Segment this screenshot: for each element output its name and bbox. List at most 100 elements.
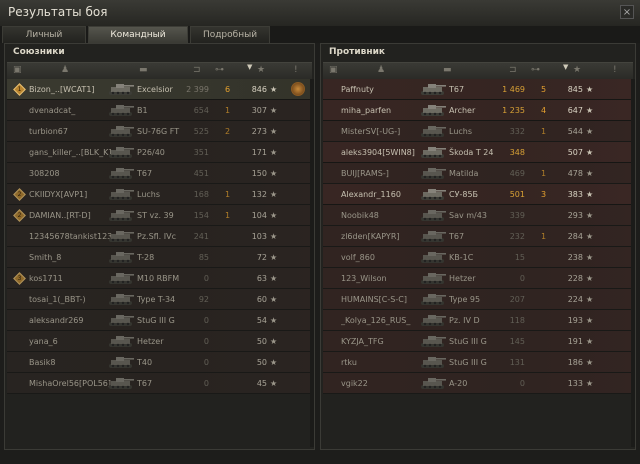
xp-value: 846 <box>251 85 267 94</box>
player-row[interactable]: BUIJ[RAMS-] Matilda 469 1 478 ★ <box>323 163 633 184</box>
player-row[interactable]: turbion67 SU-76G FT 525 2 273 ★ <box>7 121 312 142</box>
damage-icon[interactable]: ⊐ <box>193 65 201 76</box>
platoon-number: 2 <box>17 212 22 219</box>
xp-value: 507 <box>567 148 583 157</box>
tab-team-result[interactable]: Командный результат <box>88 26 188 57</box>
tank-name: A-20 <box>449 379 468 388</box>
player-row[interactable]: tosai_1(_BBT-) Type T-34 92 60 ★ <box>7 289 312 310</box>
damage-value: 207 <box>509 295 525 304</box>
platoon-icon: 1 <box>13 83 26 96</box>
close-button[interactable]: × <box>620 5 634 19</box>
window-titlebar: Результаты боя × <box>0 0 640 27</box>
xp-star-icon: ★ <box>270 379 278 388</box>
player-row[interactable]: miha_parfen Archer 1 235 4 647 ★ <box>323 100 633 121</box>
player-row[interactable]: MishaOrel56[POL56] T67 0 45 ★ <box>7 373 312 394</box>
xp-star-icon: ★ <box>586 190 594 199</box>
player-row[interactable]: volf_860 KB-1C 15 238 ★ <box>323 247 633 268</box>
player-row[interactable]: rtku StuG III G 131 186 ★ <box>323 352 633 373</box>
player-row[interactable]: 2 CKIIDYX[AVP1] Luchs 168 1 132 ★ <box>7 184 312 205</box>
tank-icon <box>107 166 135 181</box>
xp-value: 104 <box>251 211 267 220</box>
player-row[interactable]: Alexandr_1160 СУ-85Б 501 3 383 ★ <box>323 184 633 205</box>
player-row[interactable]: 3 kos1711 M10 RBFM 0 63 ★ <box>7 268 312 289</box>
xp-star-icon[interactable]: ★ <box>573 65 581 76</box>
player-row[interactable]: dvenadcat_ B1 654 1 307 ★ <box>7 100 312 121</box>
tank-name: KB-1C <box>449 253 474 262</box>
player-row[interactable]: zl6den[KAPYR] T67 232 1 284 ★ <box>323 226 633 247</box>
damage-value: 131 <box>509 358 525 367</box>
player-name: BUIJ[RAMS-] <box>341 169 389 178</box>
xp-star-icon: ★ <box>270 148 278 157</box>
player-row[interactable]: 2 DAMIAN..[RT-D] ST vz. 39 154 1 104 ★ <box>7 205 312 226</box>
xp-value: 228 <box>567 274 583 283</box>
tank-name: Archer <box>449 106 476 115</box>
player-row[interactable]: _Kolya_126_RUS_ Pz. IV D 118 193 ★ <box>323 310 633 331</box>
damage-value: 85 <box>198 253 209 262</box>
platoon-number: 1 <box>17 86 22 93</box>
sort-arrow-icon[interactable]: ▼ <box>563 62 568 73</box>
kills-value: 1 <box>541 127 547 136</box>
kills-icon[interactable]: ⊶ <box>215 65 224 76</box>
kills-value: 6 <box>225 85 231 94</box>
tank-icon <box>419 124 447 139</box>
tank-name: СУ-85Б <box>449 190 479 199</box>
player-name: MisterSV[-UG-] <box>341 127 401 136</box>
player-row[interactable]: KYZJA_TFG StuG III G 145 191 ★ <box>323 331 633 352</box>
xp-value: 284 <box>567 232 583 241</box>
player-row[interactable]: 12345678tankist123... Pz.Sfl. IVc 241 103 ★ <box>7 226 312 247</box>
player-row[interactable]: Noobik48 Sav m/43 339 293 ★ <box>323 205 633 226</box>
medal-icon[interactable]: ! <box>613 65 617 76</box>
tab-personal-result[interactable]: Личный результат <box>2 26 86 57</box>
player-row[interactable]: gans_killer_..[BLK_K] P26/40 351 171 ★ <box>7 142 312 163</box>
platoon-icon[interactable]: ▣ <box>329 65 338 76</box>
xp-star-icon: ★ <box>586 379 594 388</box>
allies-scrollbar[interactable] <box>310 79 314 447</box>
tank-icon <box>107 334 135 349</box>
xp-value: 224 <box>567 295 583 304</box>
sort-arrow-icon[interactable]: ▼ <box>247 62 252 73</box>
enemies-scrollbar[interactable] <box>631 79 635 447</box>
enemies-panel: Противник ▣ ♟ ▬ ⊐ ⊶ ▼ ★ ! Paffnuty T67 1 4… <box>320 43 636 450</box>
tank-type-icon[interactable]: ▬ <box>139 65 148 76</box>
player-row[interactable]: aleksandr269 StuG III G 0 54 ★ <box>7 310 312 331</box>
tank-icon <box>107 103 135 118</box>
player-row[interactable]: aleks3904[5WIN8] Škoda T 24 348 507 ★ <box>323 142 633 163</box>
tank-icon <box>419 208 447 223</box>
player-name: Noobik48 <box>341 211 379 220</box>
player-row[interactable]: Smith_8 T-28 85 72 ★ <box>7 247 312 268</box>
medal-icon[interactable]: ! <box>294 65 298 76</box>
xp-value: 478 <box>567 169 583 178</box>
player-row[interactable]: 1 Bizon_..[WCAT1] Excelsior 2 399 6 846 ★ <box>7 79 312 100</box>
player-icon[interactable]: ♟ <box>61 65 69 76</box>
damage-value: 332 <box>509 127 525 136</box>
tank-icon <box>107 313 135 328</box>
tank-type-icon[interactable]: ▬ <box>443 65 452 76</box>
xp-star-icon: ★ <box>270 358 278 367</box>
tab-detailed-report[interactable]: Подробный отчёт <box>190 26 270 57</box>
damage-icon[interactable]: ⊐ <box>509 65 517 76</box>
kills-value: 4 <box>541 106 547 115</box>
kills-value: 1 <box>541 169 547 178</box>
xp-star-icon: ★ <box>270 274 278 283</box>
damage-value: 154 <box>193 211 209 220</box>
enemies-title: Противник <box>329 47 386 57</box>
medal-icon[interactable] <box>291 82 305 96</box>
player-icon[interactable]: ♟ <box>377 65 385 76</box>
player-row[interactable]: vgik22 A-20 0 133 ★ <box>323 373 633 394</box>
damage-value: 469 <box>509 169 525 178</box>
tank-name: Type 95 <box>449 295 481 304</box>
xp-star-icon: ★ <box>586 127 594 136</box>
damage-value: 0 <box>203 337 209 346</box>
player-row[interactable]: yana_6 Hetzer 0 50 ★ <box>7 331 312 352</box>
xp-star-icon: ★ <box>586 295 594 304</box>
player-name: _Kolya_126_RUS_ <box>341 316 411 325</box>
player-row[interactable]: 123_Wilson Hetzer 0 228 ★ <box>323 268 633 289</box>
player-row[interactable]: HUMAINS[C-S-C] Type 95 207 224 ★ <box>323 289 633 310</box>
player-row[interactable]: Paffnuty T67 1 469 5 845 ★ <box>323 79 633 100</box>
player-row[interactable]: Basik8 T40 0 50 ★ <box>7 352 312 373</box>
player-row[interactable]: 308208 T67 451 150 ★ <box>7 163 312 184</box>
xp-star-icon[interactable]: ★ <box>257 65 265 76</box>
player-row[interactable]: MisterSV[-UG-] Luchs 332 1 544 ★ <box>323 121 633 142</box>
platoon-icon[interactable]: ▣ <box>13 65 22 76</box>
kills-icon[interactable]: ⊶ <box>531 65 540 76</box>
